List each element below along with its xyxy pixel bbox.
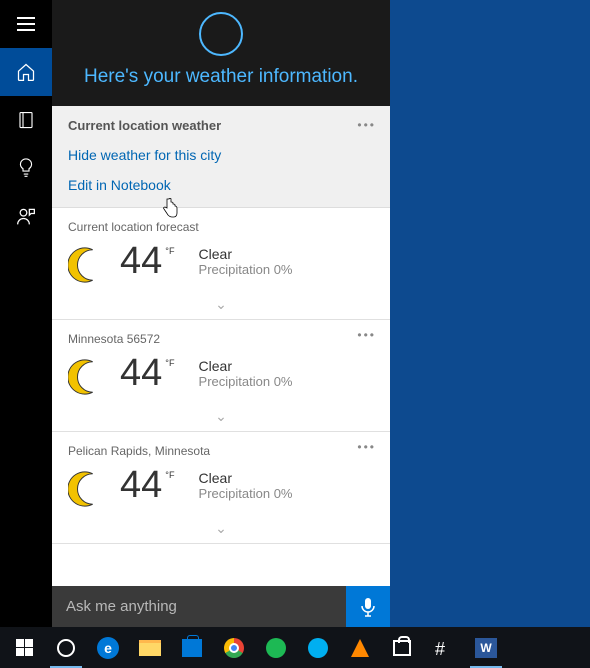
hide-weather-link[interactable]: Hide weather for this city: [68, 147, 374, 163]
home-button[interactable]: [0, 48, 52, 96]
start-button[interactable]: [4, 627, 44, 668]
word-button[interactable]: W: [466, 627, 506, 668]
chrome-icon: [224, 638, 244, 658]
insights-button[interactable]: [0, 144, 52, 192]
temperature: 44°F: [120, 242, 175, 280]
expand-chevron[interactable]: ⌄: [68, 292, 374, 319]
skype-button[interactable]: [298, 627, 338, 668]
forecast-row: 44°F ClearPrecipitation 0%: [68, 466, 374, 516]
edge-button[interactable]: e: [88, 627, 128, 668]
vlc-button[interactable]: [340, 627, 380, 668]
conditions: ClearPrecipitation 0%: [199, 470, 293, 501]
forecast-card[interactable]: Current location forecast 44°F ClearPrecip…: [52, 208, 390, 320]
skype-icon: [308, 638, 328, 658]
slack-icon: #: [435, 639, 453, 657]
store-icon: [182, 639, 202, 657]
home-icon: [16, 62, 36, 82]
cortana-header: Here's your weather information.: [52, 0, 390, 106]
forecast-row: 44°F ClearPrecipitation 0%: [68, 242, 374, 292]
moon-icon: [68, 358, 106, 396]
person-chat-icon: [16, 206, 36, 226]
cortana-response-text: Here's your weather information.: [52, 66, 390, 88]
folder-icon: [139, 640, 161, 656]
temperature: 44°F: [120, 466, 175, 504]
moon-icon: [68, 246, 106, 284]
edge-icon: e: [97, 637, 119, 659]
forecast-list: Current location forecast 44°F ClearPrecip…: [52, 208, 390, 627]
notebook-icon: [17, 110, 35, 130]
menu-button[interactable]: [0, 0, 52, 48]
card-more-button[interactable]: •••: [357, 440, 376, 454]
vlc-icon: [351, 639, 369, 657]
slack-button[interactable]: #: [424, 627, 464, 668]
lightbulb-icon: [17, 157, 35, 179]
microphone-icon: [361, 597, 375, 617]
cortana-sidebar: [0, 0, 52, 627]
search-input[interactable]: [52, 586, 346, 627]
settings-title: Current location weather: [68, 118, 374, 133]
bag-icon: [393, 640, 411, 656]
cortana-panel: Here's your weather information. ••• Cur…: [52, 0, 390, 627]
chrome-button[interactable]: [214, 627, 254, 668]
edit-notebook-link[interactable]: Edit in Notebook: [68, 177, 374, 193]
cortana-circle-icon: [57, 639, 75, 657]
windows-icon: [16, 639, 33, 656]
card-more-button[interactable]: •••: [357, 328, 376, 342]
hamburger-icon: [17, 17, 35, 31]
forecast-card[interactable]: •••Minnesota 56572 44°F ClearPrecipitation…: [52, 320, 390, 432]
file-explorer-button[interactable]: [130, 627, 170, 668]
word-icon: W: [475, 638, 497, 658]
taskbar: e # W: [0, 627, 590, 668]
shopping-button[interactable]: [382, 627, 422, 668]
cortana-ring-icon: [199, 12, 243, 56]
weather-settings-card: ••• Current location weather Hide weathe…: [52, 106, 390, 208]
store-button[interactable]: [172, 627, 212, 668]
cortana-taskbar-button[interactable]: [46, 627, 86, 668]
spotify-icon: [266, 638, 286, 658]
notebook-button[interactable]: [0, 96, 52, 144]
microphone-button[interactable]: [346, 586, 390, 627]
more-options-button[interactable]: •••: [357, 118, 376, 132]
feedback-button[interactable]: [0, 192, 52, 240]
search-bar: [52, 586, 390, 627]
spotify-button[interactable]: [256, 627, 296, 668]
forecast-location: Minnesota 56572: [68, 332, 374, 346]
moon-icon: [68, 470, 106, 508]
forecast-card[interactable]: •••Pelican Rapids, Minnesota 44°F ClearPre…: [52, 432, 390, 544]
expand-chevron[interactable]: ⌄: [68, 516, 374, 543]
forecast-row: 44°F ClearPrecipitation 0%: [68, 354, 374, 404]
conditions: ClearPrecipitation 0%: [199, 358, 293, 389]
expand-chevron[interactable]: ⌄: [68, 404, 374, 431]
conditions: ClearPrecipitation 0%: [199, 246, 293, 277]
temperature: 44°F: [120, 354, 175, 392]
forecast-location: Pelican Rapids, Minnesota: [68, 444, 374, 458]
forecast-location: Current location forecast: [68, 220, 374, 234]
